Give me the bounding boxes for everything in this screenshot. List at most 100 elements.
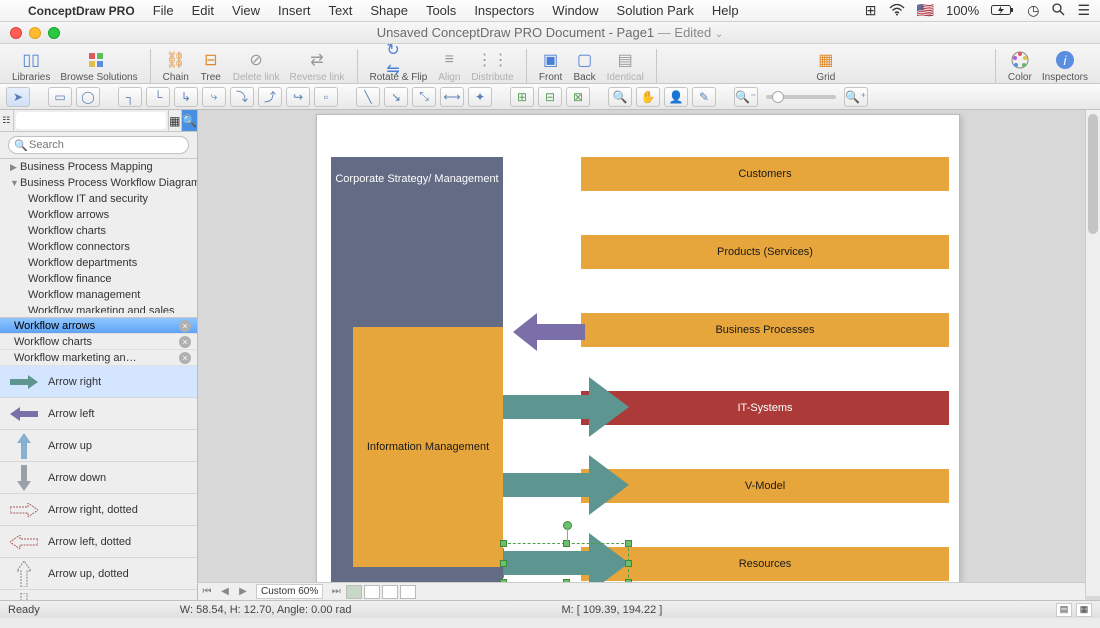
- status-view-2[interactable]: ▦: [1076, 603, 1092, 617]
- chain-button[interactable]: ⛓Chain: [163, 50, 189, 83]
- libraries-button[interactable]: ▯▯Libraries: [12, 50, 50, 83]
- status-view-1[interactable]: ▤: [1056, 603, 1072, 617]
- shape-arrow-down-dotted[interactable]: Arrow down, dotted: [0, 590, 197, 600]
- menu-file[interactable]: File: [153, 3, 174, 18]
- zoom-display[interactable]: Custom 60%: [256, 584, 323, 599]
- close-icon[interactable]: ×: [179, 320, 191, 332]
- shape-arrow-right-dotted[interactable]: Arrow right, dotted: [0, 494, 197, 526]
- row-business-processes[interactable]: Business Processes: [581, 313, 949, 347]
- tree-item[interactable]: Workflow management: [0, 287, 197, 303]
- hscroll-end[interactable]: ⏭: [327, 586, 345, 597]
- clock-icon[interactable]: ◷: [1027, 2, 1039, 19]
- search-mode-button[interactable]: 🔍: [181, 110, 197, 131]
- line-tool-2[interactable]: ↘: [384, 87, 408, 107]
- wifi-icon[interactable]: [889, 3, 905, 19]
- search-input[interactable]: [8, 136, 189, 154]
- line-tool-1[interactable]: ╲: [356, 87, 380, 107]
- menu-insert[interactable]: Insert: [278, 3, 311, 18]
- shape-arrow-right[interactable]: Arrow right: [0, 366, 197, 398]
- zoom-slider[interactable]: [766, 95, 836, 99]
- quick-filter-input[interactable]: [16, 112, 166, 129]
- front-button[interactable]: ▣Front: [539, 50, 563, 83]
- tree-item[interactable]: Workflow departments: [0, 255, 197, 271]
- tree-bpwd[interactable]: ▼Business Process Workflow Diagrams: [0, 175, 197, 191]
- browse-solutions-button[interactable]: Browse Solutions: [60, 50, 137, 83]
- arrow-it-systems[interactable]: [503, 377, 629, 437]
- vertical-scrollbar[interactable]: [1085, 110, 1100, 596]
- connector-tool-4[interactable]: ⤷: [202, 87, 226, 107]
- close-icon[interactable]: ×: [179, 336, 191, 348]
- close-button[interactable]: [10, 27, 22, 39]
- battery-icon[interactable]: [991, 3, 1015, 19]
- row-it-systems[interactable]: IT-Systems: [581, 391, 949, 425]
- row-customers[interactable]: Customers: [581, 157, 949, 191]
- open-lib-arrows[interactable]: Workflow arrows×: [0, 318, 197, 334]
- ellipse-tool[interactable]: ◯: [76, 87, 100, 107]
- connector-tool-7[interactable]: ↪: [286, 87, 310, 107]
- menu-list-icon[interactable]: ☰: [1077, 2, 1090, 19]
- shape-arrow-left-dotted[interactable]: Arrow left, dotted: [0, 526, 197, 558]
- canvas-area[interactable]: Corporate Strategy/ Management Informati…: [198, 110, 1100, 600]
- row-resources[interactable]: Resources: [581, 547, 949, 581]
- connector-tool-3[interactable]: ↳: [174, 87, 198, 107]
- maximize-button[interactable]: [48, 27, 60, 39]
- close-icon[interactable]: ×: [179, 352, 191, 364]
- menu-window[interactable]: Window: [552, 3, 598, 18]
- hscroll-start[interactable]: ⏮: [198, 586, 216, 597]
- group-tool-2[interactable]: ⊟: [538, 87, 562, 107]
- zoom-in-tool[interactable]: 🔍: [608, 87, 632, 107]
- shape-arrow-left[interactable]: Arrow left: [0, 398, 197, 430]
- menu-view[interactable]: View: [232, 3, 260, 18]
- page-tab-2[interactable]: [364, 585, 380, 599]
- tree-button[interactable]: ⊟Tree: [199, 50, 223, 83]
- rotate-flip-button[interactable]: ↻ ⇋Rotate & Flip: [370, 50, 428, 83]
- hscroll-next[interactable]: ▶: [234, 586, 252, 597]
- menu-edit[interactable]: Edit: [192, 3, 214, 18]
- line-tool-4[interactable]: ⟷: [440, 87, 464, 107]
- menu-help[interactable]: Help: [712, 3, 739, 18]
- grid-view-button[interactable]: ▦: [168, 110, 182, 131]
- select-tool[interactable]: ➤: [6, 87, 30, 107]
- tree-item[interactable]: Workflow charts: [0, 223, 197, 239]
- menu-tools[interactable]: Tools: [426, 3, 456, 18]
- page-tab-4[interactable]: [400, 585, 416, 599]
- page-tab-3[interactable]: [382, 585, 398, 599]
- hscroll-prev[interactable]: ◀: [216, 586, 234, 597]
- shape-arrow-down[interactable]: Arrow down: [0, 462, 197, 494]
- tree-item[interactable]: Workflow IT and security: [0, 191, 197, 207]
- open-lib-marketing[interactable]: Workflow marketing an…×: [0, 350, 197, 366]
- connector-tool-1[interactable]: ┐: [118, 87, 142, 107]
- tree-bpm[interactable]: ▶Business Process Mapping: [0, 159, 197, 175]
- shape-arrow-up-dotted[interactable]: Arrow up, dotted: [0, 558, 197, 590]
- input-source-icon[interactable]: 🇺🇸: [917, 2, 934, 19]
- grid-button[interactable]: ▦Grid: [814, 50, 838, 83]
- tree-item[interactable]: Workflow finance: [0, 271, 197, 287]
- back-button[interactable]: ▢Back: [573, 50, 597, 83]
- zoom-in-button[interactable]: 🔍⁺: [844, 87, 868, 107]
- drawing-canvas[interactable]: Corporate Strategy/ Management Informati…: [316, 114, 960, 598]
- block-information-management[interactable]: Information Management: [353, 327, 503, 567]
- tree-item[interactable]: Workflow marketing and sales: [0, 303, 197, 313]
- hand-tool[interactable]: ✋: [636, 87, 660, 107]
- arrow-v-model[interactable]: [503, 455, 629, 515]
- pen-tool[interactable]: ✎: [692, 87, 716, 107]
- color-button[interactable]: Color: [1008, 50, 1032, 83]
- app-switcher-icon[interactable]: ⊞: [865, 2, 877, 19]
- group-tool-3[interactable]: ⊠: [566, 87, 590, 107]
- app-name[interactable]: ConceptDraw PRO: [28, 4, 135, 18]
- line-tool-3[interactable]: ⤡: [412, 87, 436, 107]
- open-lib-charts[interactable]: Workflow charts×: [0, 334, 197, 350]
- arrow-business-processes[interactable]: [513, 313, 585, 351]
- inspectors-button[interactable]: iInspectors: [1042, 50, 1088, 83]
- minimize-button[interactable]: [29, 27, 41, 39]
- connector-tool-5[interactable]: ⤵: [230, 87, 254, 107]
- rect-tool[interactable]: ▭: [48, 87, 72, 107]
- library-panel-toggle[interactable]: ☷: [0, 110, 14, 131]
- row-products[interactable]: Products (Services): [581, 235, 949, 269]
- menu-solution-park[interactable]: Solution Park: [617, 3, 694, 18]
- shape-arrow-up[interactable]: Arrow up: [0, 430, 197, 462]
- tree-item[interactable]: Workflow arrows: [0, 207, 197, 223]
- person-tool[interactable]: 👤: [664, 87, 688, 107]
- row-v-model[interactable]: V-Model: [581, 469, 949, 503]
- group-tool-1[interactable]: ⊞: [510, 87, 534, 107]
